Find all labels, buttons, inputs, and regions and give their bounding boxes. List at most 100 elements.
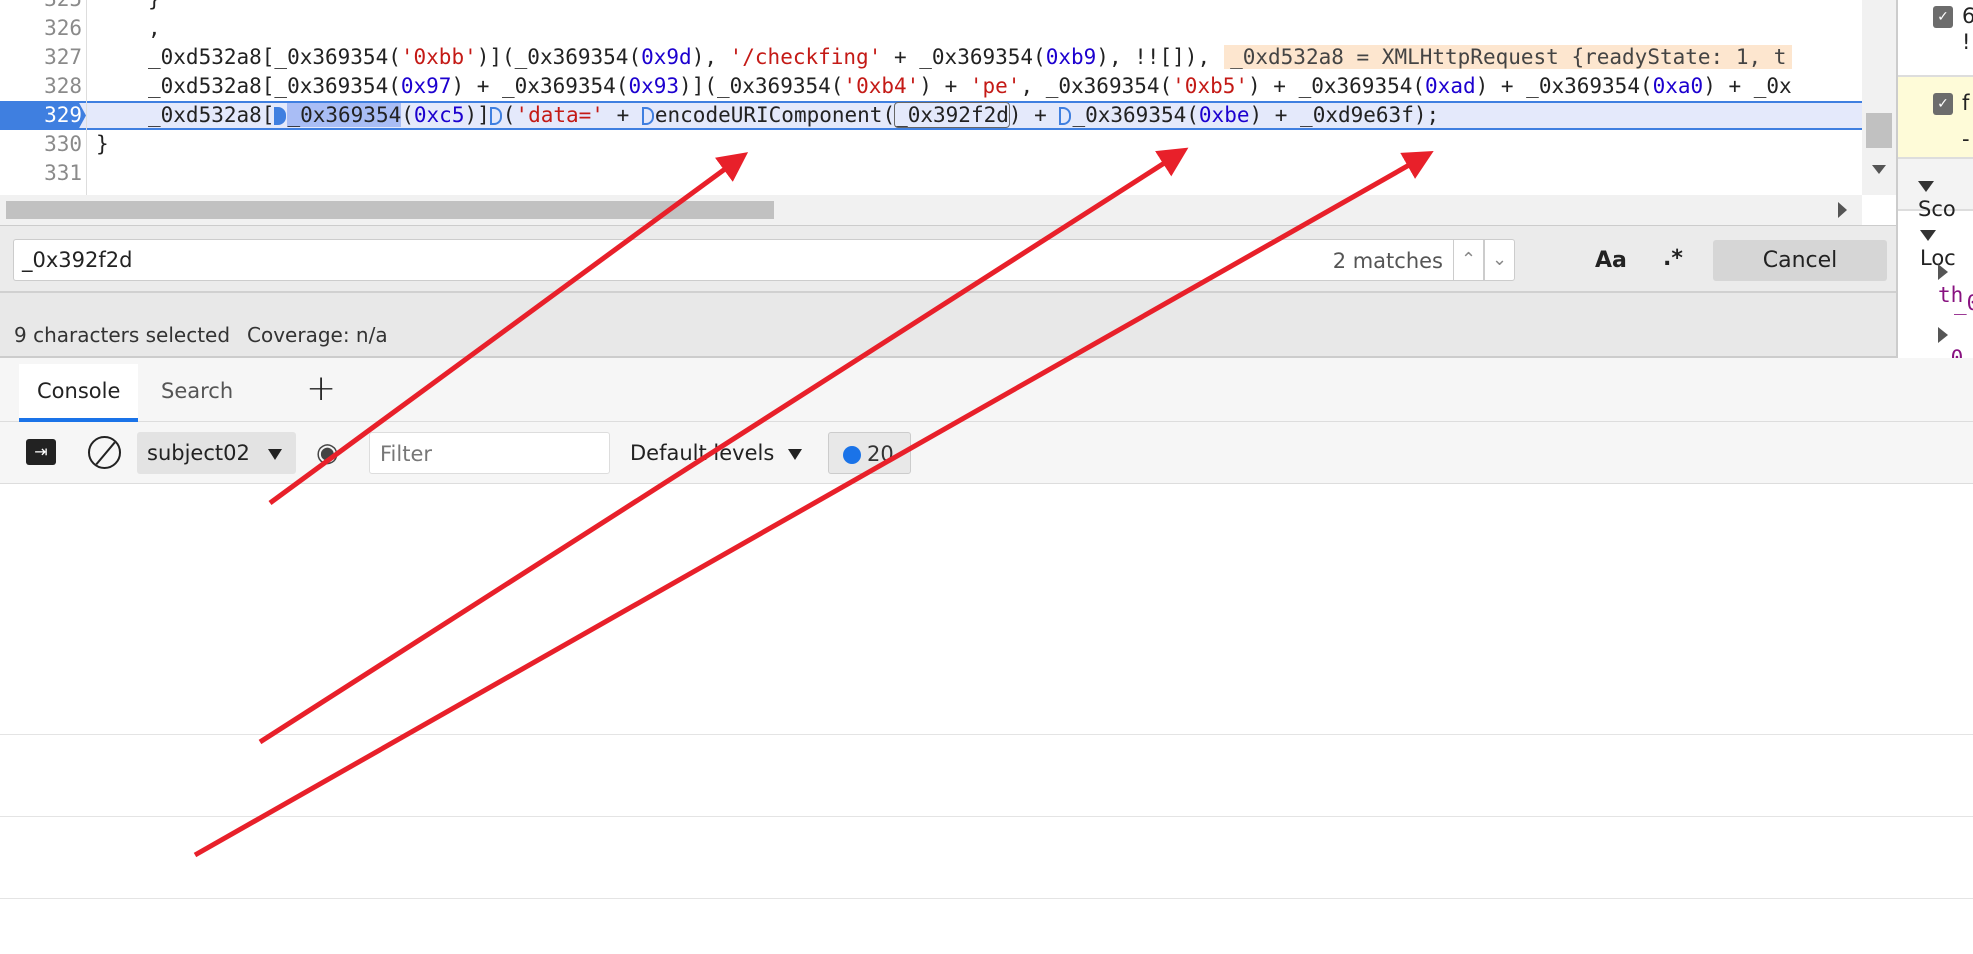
debugger-sidebar: ✓ 6 ! ✓ f - Sco Loc th _0 _0 bbox=[1896, 0, 1973, 358]
horizontal-scrollbar[interactable] bbox=[0, 195, 1862, 225]
expand-triangle-icon bbox=[1918, 181, 1934, 192]
checkbox-checked-icon[interactable]: ✓ bbox=[1933, 6, 1953, 28]
inline-breakpoint-icon[interactable] bbox=[489, 107, 502, 125]
checkbox-checked-icon[interactable]: ✓ bbox=[1933, 93, 1953, 115]
next-match-button[interactable]: ⌄ bbox=[1484, 239, 1515, 281]
dropdown-arrow-icon bbox=[268, 449, 282, 460]
message-count-badge[interactable]: 20 bbox=[828, 432, 911, 474]
code-text: _0xd532a8[_0x369354(0xc5)] ('data=' + enc… bbox=[148, 102, 1440, 128]
code-token: + bbox=[603, 103, 642, 127]
code-token: )] bbox=[464, 103, 490, 127]
code-line[interactable]: 331 bbox=[0, 159, 1862, 188]
code-token: ), bbox=[691, 45, 730, 69]
code-token: '0xb4' bbox=[843, 74, 920, 98]
line-number[interactable]: 331 bbox=[0, 159, 82, 188]
code-token: '/checkfing' bbox=[729, 45, 882, 69]
breakpoint-item-active[interactable]: ✓ f - bbox=[1898, 77, 1973, 159]
live-expression-eye-icon[interactable]: ◉ bbox=[316, 432, 339, 474]
line-number[interactable]: 327 bbox=[0, 43, 82, 72]
scrollbar-thumb[interactable] bbox=[1866, 113, 1892, 148]
code-token: 'pe' bbox=[969, 74, 1021, 98]
code-token: _0xd532a8[ bbox=[148, 103, 275, 127]
code-token: ) + bbox=[1008, 103, 1060, 127]
code-token: _0xd532a8[_0x369354( bbox=[148, 74, 401, 98]
vertical-scrollbar[interactable] bbox=[1862, 0, 1896, 195]
inline-breakpoint-icon[interactable] bbox=[641, 107, 654, 125]
code-token: 0x9d bbox=[641, 45, 692, 69]
line-number[interactable]: 328 bbox=[0, 72, 82, 101]
code-token: ) + _0x369354( bbox=[451, 74, 629, 98]
code-token: ) + bbox=[919, 74, 970, 98]
line-number[interactable]: 330 bbox=[0, 130, 82, 159]
code-token: ) + _0xd9e63f); bbox=[1249, 103, 1440, 127]
code-line[interactable]: 325} bbox=[0, 0, 1862, 14]
console-output[interactable]: ❯encodeURIComponent(_0x392f2d)❮'R6bq%2B6… bbox=[0, 485, 1973, 954]
log-levels-dropdown[interactable]: Default levels bbox=[630, 432, 810, 474]
code-text: _0xd532a8[_0x369354('0xbb')](_0x369354(0… bbox=[148, 43, 1793, 72]
code-token: ( bbox=[401, 103, 414, 127]
context-select[interactable]: subject02 bbox=[137, 432, 296, 474]
code-text: } bbox=[96, 130, 109, 159]
code-token: + _0x369354( bbox=[881, 45, 1046, 69]
code-text: } bbox=[148, 0, 161, 14]
match-case-button[interactable]: Aa bbox=[1595, 248, 1627, 273]
scope-label: Sco bbox=[1918, 197, 1956, 221]
line-number[interactable]: 326 bbox=[0, 14, 82, 43]
add-tab-button[interactable]: + bbox=[288, 362, 354, 420]
search-input[interactable]: _0x392f2d bbox=[13, 239, 1453, 281]
code-token: } bbox=[148, 0, 161, 11]
chevron-down-icon: ⌄ bbox=[1491, 249, 1508, 270]
message-count: 20 bbox=[867, 442, 894, 466]
inline-breakpoint-icon[interactable] bbox=[1059, 107, 1072, 125]
scrollbar-thumb[interactable] bbox=[6, 201, 774, 219]
clear-console-icon[interactable] bbox=[88, 436, 121, 469]
expand-arrow-icon bbox=[1938, 327, 1948, 343]
tab-console[interactable]: Console bbox=[19, 364, 139, 422]
code-editor[interactable]: 325}326,327_0xd532a8[_0x369354('0xbb')](… bbox=[0, 0, 1862, 195]
scroll-down-icon[interactable] bbox=[1872, 165, 1886, 174]
inline-value: _0xd532a8 = XMLHttpRequest {readyState: … bbox=[1224, 45, 1793, 69]
code-token: ) + _0x369354( bbox=[1248, 74, 1426, 98]
tab-search[interactable]: Search bbox=[143, 364, 251, 422]
regex-button[interactable]: .* bbox=[1663, 246, 1683, 271]
message-divider bbox=[0, 734, 1973, 735]
line-number[interactable]: 329 bbox=[0, 103, 86, 128]
context-value: subject02 bbox=[147, 441, 250, 465]
sidebar-toggle-icon[interactable]: ⇥ bbox=[26, 439, 56, 465]
code-text: _0xd532a8[_0x369354(0x97) + _0x369354(0x… bbox=[148, 72, 1792, 101]
message-divider bbox=[0, 816, 1973, 817]
inline-breakpoint-icon[interactable] bbox=[274, 107, 287, 125]
breakpoint-item[interactable]: ✓ 6 ! bbox=[1898, 0, 1973, 77]
drawer-tabs: Console Search + bbox=[0, 358, 1973, 422]
levels-label: Default levels bbox=[630, 441, 775, 465]
scroll-right-icon[interactable] bbox=[1838, 202, 1847, 218]
scope-section-header[interactable]: Sco bbox=[1898, 159, 1973, 221]
filter-input[interactable]: Filter bbox=[369, 432, 610, 474]
scope-variable[interactable]: _0 bbox=[1898, 322, 1973, 358]
code-token: 0xb9 bbox=[1045, 45, 1097, 69]
code-line[interactable]: 329 _0xd532a8[_0x369354(0xc5)] ('data=' + … bbox=[0, 101, 1862, 130]
code-token: )](_0x369354( bbox=[679, 74, 844, 98]
console-toolbar: ⇥ subject02 ◉ Filter Default levels 20 bbox=[0, 422, 1973, 484]
code-token: } bbox=[96, 132, 109, 156]
previous-match-button[interactable]: ⌃ bbox=[1453, 239, 1484, 281]
code-token: ( bbox=[502, 103, 516, 127]
code-token: '0xbb' bbox=[400, 45, 477, 69]
code-token: _0xd532a8[_0x369354( bbox=[148, 45, 401, 69]
code-line[interactable]: 330} bbox=[0, 130, 1862, 159]
selection-status: 9 characters selected bbox=[14, 323, 231, 347]
code-line[interactable]: 328 _0xd532a8[_0x369354(0x97) + _0x369354… bbox=[0, 72, 1862, 101]
code-token: ), !![]), bbox=[1096, 45, 1211, 69]
code-token: _0x369354 bbox=[287, 103, 402, 127]
code-line[interactable]: 327 _0xd532a8[_0x369354('0xbb')](_0x36935… bbox=[0, 43, 1862, 72]
match-count: 2 matches bbox=[1300, 239, 1453, 281]
code-token: _0x369354( bbox=[1072, 103, 1199, 127]
code-text: , bbox=[148, 14, 161, 43]
scope-variable[interactable]: _0 bbox=[1898, 291, 1973, 315]
code-token: 'data=' bbox=[515, 103, 604, 127]
line-number[interactable]: 325 bbox=[0, 0, 82, 14]
code-token: 0x93 bbox=[628, 74, 680, 98]
code-line[interactable]: 326, bbox=[0, 14, 1862, 43]
expand-triangle-icon bbox=[1920, 230, 1936, 241]
cancel-button[interactable]: Cancel bbox=[1713, 240, 1887, 281]
